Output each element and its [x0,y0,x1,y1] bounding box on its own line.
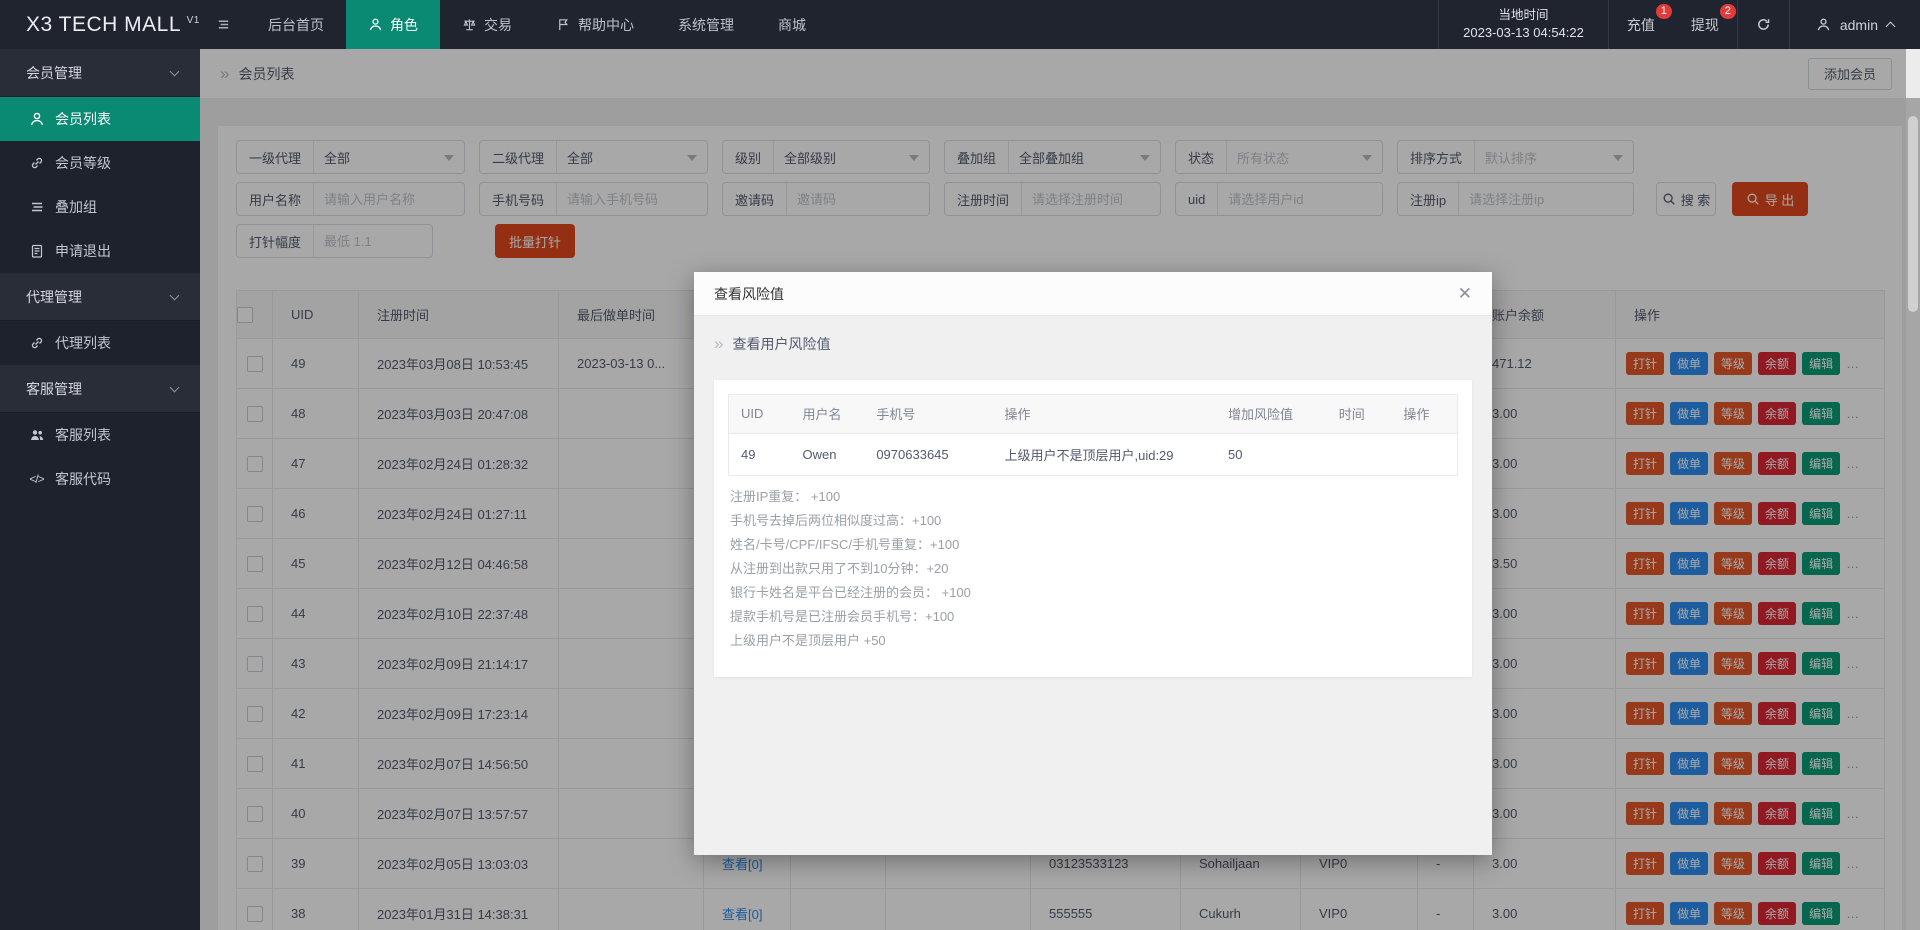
top-navbar: X3 TECH MALL V1 后台首页 角色 交易 帮助中心 系统管理 商城 … [0,0,1920,49]
local-time: 当地时间 2023-03-13 04:54:22 [1439,6,1608,43]
chevron-down-icon [170,382,180,392]
navbar-right: 当地时间 2023-03-13 04:54:22 充值 1 提现 2 admin [1438,0,1920,49]
risk-cell-operation: 上级用户不是顶层用户,uid:29 [992,433,1216,475]
nav-item-trade[interactable]: 交易 [440,0,534,49]
scrollbar-track[interactable] [1906,49,1920,930]
risk-cell-risk-added: 50 [1216,433,1327,475]
sidebar-item-support-code[interactable]: </> 客服代码 [0,457,200,501]
risk-cell-time [1327,433,1392,475]
scrollbar-cap [1906,49,1920,98]
risk-rule-line: 提款手机号是已注册会员手机号：+100 [730,605,1458,629]
refresh-icon [1756,17,1771,32]
withdraw-button[interactable]: 提现 2 [1673,0,1737,49]
scales-icon [462,17,477,32]
risk-header-row: UID 用户名 手机号 操作 增加风险值 时间 操作 [729,395,1457,433]
list-icon [28,199,45,215]
risk-rules-list: 注册IP重复： +100 手机号去掉后两位相似度过高：+100 姓名/卡号/CP… [728,485,1458,653]
refresh-button[interactable] [1738,0,1789,49]
sidebar-group-agent-management[interactable]: 代理管理 [0,273,200,321]
recharge-badge: 1 [1656,4,1672,19]
person-icon [28,111,45,127]
sidebar: 会员管理 会员列表 会员等级 叠加组 申请退出 代理管理 代理列表 客服管理 客… [0,49,200,930]
user-menu[interactable]: admin [1790,0,1920,49]
risk-rule-line: 注册IP重复： +100 [730,485,1458,509]
risk-rule-line: 从注册到出款只用了不到10分钟：+20 [730,557,1458,581]
risk-cell-phone: 0970633645 [864,433,992,475]
sidebar-toggle-button[interactable] [200,0,246,49]
clipboard-icon [28,243,45,259]
modal-breadcrumb: » 查看用户风险值 [694,316,1492,354]
risk-cell-uid: 49 [729,433,791,475]
risk-value-modal: 查看风险值 ✕ » 查看用户风险值 UID 用户名 手机号 操作 增加风险值 [694,272,1492,855]
nav-item-mall[interactable]: 商城 [756,0,828,49]
sidebar-item-stack-group[interactable]: 叠加组 [0,185,200,229]
flag-icon [556,17,571,32]
link-icon [28,155,45,171]
sidebar-item-member-level[interactable]: 会员等级 [0,141,200,185]
chevron-down-icon [170,66,180,76]
sidebar-item-member-list[interactable]: 会员列表 [0,97,200,141]
risk-rule-line: 银行卡姓名是平台已经注册的会员： +100 [730,581,1458,605]
risk-cell-username: Owen [791,433,865,475]
sidebar-group-support-management[interactable]: 客服管理 [0,365,200,413]
link-icon [28,335,45,351]
hamburger-icon [216,17,231,32]
person-icon [368,17,383,32]
risk-data-row: 49 Owen 0970633645 上级用户不是顶层用户,uid:29 50 [729,433,1457,475]
risk-card: UID 用户名 手机号 操作 增加风险值 时间 操作 49 Owen 09706… [714,380,1472,677]
risk-rule-line: 上级用户不是顶层用户 +50 [730,629,1458,653]
scrollbar-thumb[interactable] [1908,116,1918,312]
breadcrumb-icon: » [714,334,723,354]
person-icon [1816,17,1831,32]
modal-header: 查看风险值 ✕ [694,272,1492,316]
chevron-up-icon [1886,22,1896,32]
nav-item-system[interactable]: 系统管理 [656,0,756,49]
risk-rule-line: 姓名/卡号/CPF/IFSC/手机号重复：+100 [730,533,1458,557]
risk-table: UID 用户名 手机号 操作 增加风险值 时间 操作 49 Owen 09706… [729,395,1457,475]
sidebar-item-exit-request[interactable]: 申请退出 [0,229,200,273]
sidebar-item-agent-list[interactable]: 代理列表 [0,321,200,365]
risk-cell-op [1391,433,1457,475]
nav-item-dashboard[interactable]: 后台首页 [246,0,346,49]
sidebar-group-member-management[interactable]: 会员管理 [0,49,200,97]
withdraw-badge: 2 [1720,4,1736,19]
code-icon: </> [28,472,45,486]
modal-title: 查看风险值 [714,284,784,304]
app-logo: X3 TECH MALL V1 [0,13,200,37]
people-icon [28,427,45,443]
recharge-button[interactable]: 充值 1 [1609,0,1673,49]
sidebar-item-support-list[interactable]: 客服列表 [0,413,200,457]
nav-item-help-center[interactable]: 帮助中心 [534,0,656,49]
nav-item-role[interactable]: 角色 [346,0,440,49]
risk-rule-line: 手机号去掉后两位相似度过高：+100 [730,509,1458,533]
chevron-down-icon [170,290,180,300]
close-icon[interactable]: ✕ [1458,285,1472,302]
